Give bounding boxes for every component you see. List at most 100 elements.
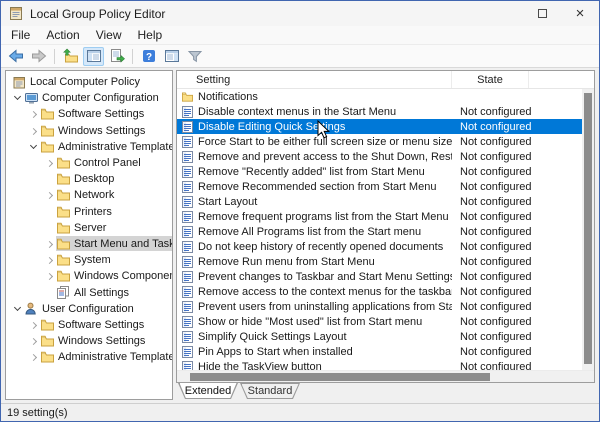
list-item-disable-context-menus-in-the-start-menu[interactable]: Disable context menus in the Start MenuN… xyxy=(177,104,582,119)
chevron-right-icon[interactable] xyxy=(44,238,56,250)
folder-icon xyxy=(182,91,193,103)
tree-item-control-panel[interactable]: Control Panel xyxy=(6,155,172,171)
tree-item-body[interactable]: Local Computer Policy xyxy=(12,75,172,90)
tree-item-desktop[interactable]: Desktop xyxy=(6,171,172,187)
list-item-remove-access-to-the-context-menus-for-the-taskbar[interactable]: Remove access to the context menus for t… xyxy=(177,284,582,299)
tree-item-body[interactable]: Software Settings xyxy=(40,317,172,332)
help-icon[interactable]: ? xyxy=(138,47,159,66)
filter-icon[interactable] xyxy=(184,47,205,66)
tree-item-body[interactable]: Network xyxy=(56,188,172,203)
menubar: FileActionViewHelp xyxy=(1,26,599,45)
tree-item-windows-settings[interactable]: Windows Settings xyxy=(6,333,172,349)
list-item-show-or-hide-most-used-list-from-start-menu[interactable]: Show or hide "Most used" list from Start… xyxy=(177,314,582,329)
list-item-remove-recently-added-list-from-start-menu[interactable]: Remove "Recently added" list from Start … xyxy=(177,164,582,179)
tree-item-body[interactable]: Start Menu and Taskbar xyxy=(56,236,172,251)
close-button[interactable]: × xyxy=(561,1,599,26)
policy-setting-icon xyxy=(182,271,193,283)
column-header-state[interactable]: State xyxy=(452,71,529,88)
show-action-pane-icon[interactable] xyxy=(161,47,182,66)
list-item-disable-editing-quick-settings[interactable]: Disable Editing Quick SettingsNot config… xyxy=(177,119,582,134)
tree-item-windows-components[interactable]: Windows Components xyxy=(6,268,172,284)
back-icon[interactable] xyxy=(5,47,26,66)
tree-item-body[interactable]: Windows Settings xyxy=(40,334,172,349)
column-header-setting[interactable]: Setting xyxy=(177,71,452,88)
chevron-down-icon[interactable] xyxy=(12,303,24,315)
tree-item-body[interactable]: Desktop xyxy=(56,172,172,187)
tree-item-body[interactable]: Computer Configuration xyxy=(24,91,172,106)
list-item-remove-frequent-programs-list-from-the-start-menu[interactable]: Remove frequent programs list from the S… xyxy=(177,209,582,224)
tab-standard[interactable]: Standard xyxy=(240,383,300,399)
tree-item-body[interactable]: Windows Settings xyxy=(40,123,172,138)
menu-view[interactable]: View xyxy=(88,26,130,44)
list-item-notifications[interactable]: Notifications xyxy=(177,89,582,104)
list-item-start-layout[interactable]: Start LayoutNot configured xyxy=(177,194,582,209)
chevron-right-icon[interactable] xyxy=(28,351,40,363)
chevron-down-icon[interactable] xyxy=(28,141,40,153)
vertical-scrollbar-thumb[interactable] xyxy=(584,93,592,364)
tree-item-printers[interactable]: Printers xyxy=(6,204,172,220)
chevron-right-icon[interactable] xyxy=(44,157,56,169)
chevron-down-icon[interactable] xyxy=(12,92,24,104)
svg-text:?: ? xyxy=(145,52,151,63)
up-one-level-icon[interactable] xyxy=(60,47,81,66)
tree-item-start-menu-and-taskbar[interactable]: Start Menu and Taskbar xyxy=(6,236,172,252)
tree-item-label: Control Panel xyxy=(74,157,141,169)
list-item-simplify-quick-settings-layout[interactable]: Simplify Quick Settings LayoutNot config… xyxy=(177,329,582,344)
tree-item-label: Start Menu and Taskbar xyxy=(74,238,173,250)
list-item-prevent-changes-to-taskbar-and-start-menu-settings[interactable]: Prevent changes to Taskbar and Start Men… xyxy=(177,269,582,284)
chevron-right-icon[interactable] xyxy=(44,270,56,282)
vertical-scrollbar[interactable] xyxy=(582,89,594,370)
tree-item-computer-configuration[interactable]: Computer Configuration xyxy=(6,90,172,106)
chevron-right-icon[interactable] xyxy=(28,335,40,347)
setting-name: Simplify Quick Settings Layout xyxy=(198,331,452,343)
chevron-right-icon[interactable] xyxy=(44,254,56,266)
tree-item-user-configuration[interactable]: User Configuration xyxy=(6,301,172,317)
tree-item-administrative-templates[interactable]: Administrative Templates xyxy=(6,139,172,155)
tree-item-all-settings[interactable]: All Settings xyxy=(6,284,172,300)
chevron-right-icon[interactable] xyxy=(44,189,56,201)
tab-extended[interactable]: Extended xyxy=(178,383,238,399)
chevron-right-icon[interactable] xyxy=(28,319,40,331)
tree-item-body[interactable]: User Configuration xyxy=(24,301,172,316)
tree-item-system[interactable]: System xyxy=(6,252,172,268)
chevron-right-icon[interactable] xyxy=(28,125,40,137)
tree-item-software-settings[interactable]: Software Settings xyxy=(6,106,172,122)
tree-item-body[interactable]: Administrative Templates xyxy=(40,350,172,365)
show-console-tree-icon[interactable] xyxy=(83,47,104,66)
forward-icon[interactable] xyxy=(28,47,49,66)
menu-action[interactable]: Action xyxy=(38,26,87,44)
chevron-right-icon[interactable] xyxy=(28,108,40,120)
folder-icon xyxy=(57,205,70,218)
list-item-do-not-keep-history-of-recently-opened-documents[interactable]: Do not keep history of recently opened d… xyxy=(177,239,582,254)
list-item-prevent-users-from-uninstalling-applications-from-start[interactable]: Prevent users from uninstalling applicat… xyxy=(177,299,582,314)
menu-help[interactable]: Help xyxy=(130,26,171,44)
list-item-remove-all-programs-list-from-the-start-menu[interactable]: Remove All Programs list from the Start … xyxy=(177,224,582,239)
tree-item-windows-settings[interactable]: Windows Settings xyxy=(6,123,172,139)
tree-item-body[interactable]: Software Settings xyxy=(40,107,172,122)
tree-item-body[interactable]: Printers xyxy=(56,204,172,219)
horizontal-scrollbar[interactable] xyxy=(177,370,594,382)
export-list-icon[interactable] xyxy=(106,47,127,66)
list-item-force-start-to-be-either-full-screen-size-or-menu-size[interactable]: Force Start to be either full screen siz… xyxy=(177,134,582,149)
list-item-remove-recommended-section-from-start-menu[interactable]: Remove Recommended section from Start Me… xyxy=(177,179,582,194)
menu-file[interactable]: File xyxy=(3,26,38,44)
policy-setting-icon xyxy=(182,106,193,118)
tree-item-body[interactable]: All Settings xyxy=(56,285,172,300)
tree-item-network[interactable]: Network xyxy=(6,187,172,203)
tree-item-body[interactable]: Control Panel xyxy=(56,156,172,171)
tree-item-body[interactable]: Server xyxy=(56,220,172,235)
tree-item-server[interactable]: Server xyxy=(6,220,172,236)
tree-item-body[interactable]: Windows Components xyxy=(56,269,172,284)
maximize-button[interactable] xyxy=(523,1,561,26)
list-item-pin-apps-to-start-when-installed[interactable]: Pin Apps to Start when installedNot conf… xyxy=(177,344,582,359)
folder-icon xyxy=(41,124,54,137)
horizontal-scrollbar-thumb[interactable] xyxy=(190,373,490,381)
list-item-hide-the-taskview-button[interactable]: Hide the TaskView buttonNot configured xyxy=(177,359,582,370)
list-item-remove-run-menu-from-start-menu[interactable]: Remove Run menu from Start MenuNot confi… xyxy=(177,254,582,269)
tree-item-body[interactable]: System xyxy=(56,253,172,268)
tree-item-body[interactable]: Administrative Templates xyxy=(40,139,172,154)
list-item-remove-and-prevent-access-to-the-shut-down-restart-sleep[interactable]: Remove and prevent access to the Shut Do… xyxy=(177,149,582,164)
tree-item-software-settings[interactable]: Software Settings xyxy=(6,317,172,333)
tree-item-administrative-templates[interactable]: Administrative Templates xyxy=(6,349,172,365)
tree-item-local-computer-policy[interactable]: Local Computer Policy xyxy=(6,74,172,90)
